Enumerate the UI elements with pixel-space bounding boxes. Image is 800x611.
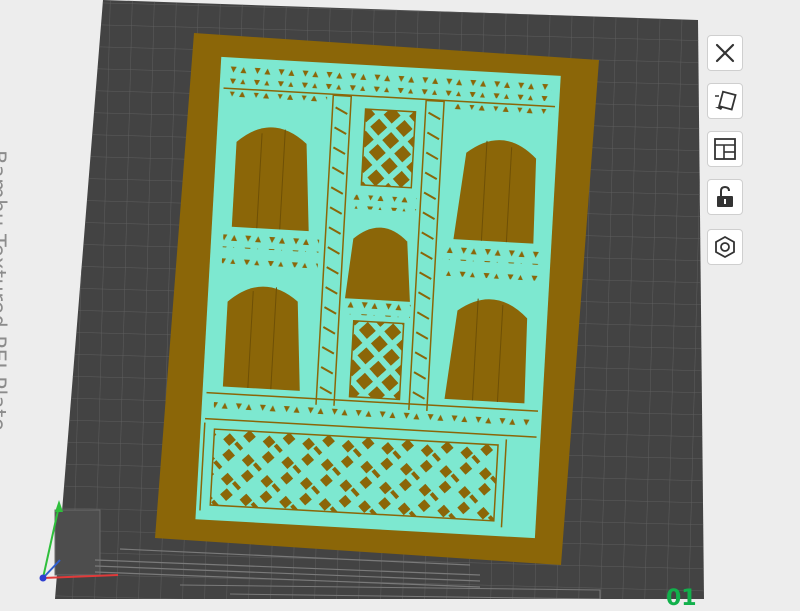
lock-plate-button[interactable] — [707, 179, 743, 215]
arrange-button[interactable] — [707, 131, 743, 167]
3d-viewport[interactable] — [0, 0, 800, 599]
auto-orient-button[interactable] — [707, 83, 743, 119]
plate-settings-button[interactable] — [707, 229, 743, 265]
printed-model[interactable] — [155, 33, 599, 565]
close-icon — [715, 43, 735, 63]
arrange-icon — [714, 138, 736, 160]
auto-orient-icon — [715, 90, 737, 111]
remove-plate-button[interactable] — [707, 35, 743, 71]
lock-icon — [717, 185, 733, 207]
plate-settings-icon — [715, 235, 735, 259]
plate-name-label: Bambu Textured PEI Plate — [0, 150, 10, 432]
